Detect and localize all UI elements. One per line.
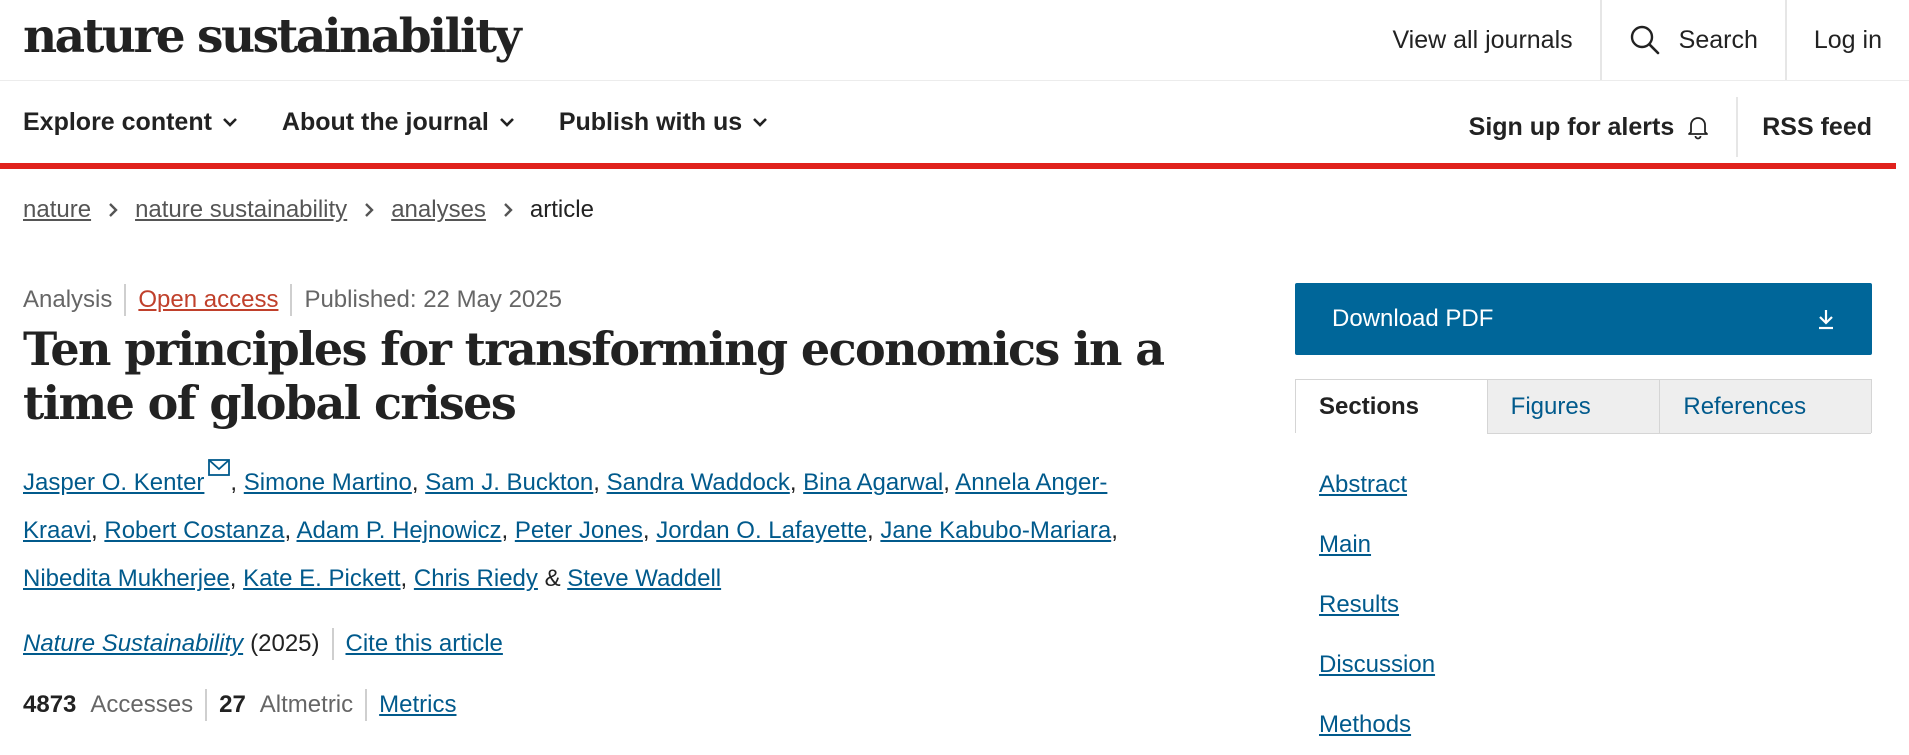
search-label: Search <box>1678 25 1758 54</box>
breadcrumb-nature-sustainability[interactable]: nature sustainability <box>135 196 347 224</box>
author-link[interactable]: Sam J. Buckton <box>425 469 593 496</box>
author-link[interactable]: Sandra Waddock <box>607 469 790 496</box>
view-all-journals-link[interactable]: View all journals <box>1365 0 1599 80</box>
tab-sections[interactable]: Sections <box>1296 380 1487 434</box>
nav-publish-with-us-label: Publish with us <box>558 107 743 136</box>
section-link-methods[interactable]: Methods <box>1319 695 1435 755</box>
author-link[interactable]: Jordan O. Lafayette <box>656 517 867 544</box>
open-access-link[interactable]: Open access <box>138 286 278 314</box>
download-pdf-button[interactable]: Download PDF <box>1295 283 1872 355</box>
chevron-down-icon <box>753 118 768 127</box>
author-link[interactable]: Steve Waddell <box>567 565 721 592</box>
tab-references[interactable]: References <box>1659 380 1871 434</box>
author-link[interactable]: Kate E. Pickett <box>243 565 400 592</box>
mail-icon[interactable] <box>208 459 231 476</box>
author-link[interactable]: Simone Martino <box>244 469 412 496</box>
main-nav: Explore content About the journal Publis… <box>0 81 1896 169</box>
accesses-label: Accesses <box>90 691 194 718</box>
accesses-count: 4873 <box>23 691 77 718</box>
breadcrumb-nature[interactable]: nature <box>23 196 91 224</box>
breadcrumb: nature nature sustainability analyses ar… <box>23 196 594 224</box>
published-date: Published: 22 May 2025 <box>304 286 562 313</box>
top-bar: nature sustainability View all journals … <box>0 0 1909 81</box>
author-link[interactable]: Jane Kabubo-Mariara <box>880 517 1111 544</box>
altmetric-count: 27 <box>219 691 246 718</box>
bell-icon <box>1688 117 1709 140</box>
login-label: Log in <box>1813 25 1882 54</box>
altmetric-label: Altmetric <box>259 691 354 718</box>
breadcrumb-analyses[interactable]: analyses <box>391 196 486 224</box>
chevron-right-icon <box>504 203 513 217</box>
author-link[interactable]: Chris Riedy <box>414 565 538 592</box>
search-button[interactable]: Search <box>1599 0 1785 80</box>
top-links: View all journals Search Log in <box>1365 0 1909 80</box>
citation-line: Nature Sustainability (2025) Cite this a… <box>23 628 503 660</box>
divider <box>331 628 334 660</box>
author-link[interactable]: Peter Jones <box>515 517 643 544</box>
chevron-down-icon <box>499 118 514 127</box>
author-link[interactable]: Adam P. Hejnowicz <box>296 517 501 544</box>
nav-publish-with-us[interactable]: Publish with us <box>559 108 768 137</box>
publication-year: (2025) <box>250 630 320 657</box>
nav-about-journal-label: About the journal <box>281 107 489 136</box>
nav-explore-content-label: Explore content <box>23 107 212 136</box>
chevron-down-icon <box>223 118 237 127</box>
article-meta: Analysis Open access Published: 22 May 2… <box>23 284 562 316</box>
chevron-right-icon <box>365 203 374 217</box>
rss-feed-label: RSS feed <box>1762 112 1872 141</box>
section-link-main[interactable]: Main <box>1319 515 1435 575</box>
sidebar-tabs: Sections Figures References <box>1295 379 1872 434</box>
rss-feed-link[interactable]: RSS feed <box>1736 97 1896 157</box>
article-metrics: 4873 Accesses 27 Altmetric Metrics <box>23 689 456 721</box>
divider <box>205 689 208 721</box>
download-icon <box>1819 310 1833 330</box>
author-link[interactable]: Robert Costanza <box>104 517 284 544</box>
journal-link[interactable]: Nature Sustainability <box>23 630 243 658</box>
metrics-link[interactable]: Metrics <box>379 691 456 719</box>
section-link-results[interactable]: Results <box>1319 575 1435 635</box>
divider <box>365 689 368 721</box>
search-icon <box>1630 25 1659 55</box>
cite-article-link[interactable]: Cite this article <box>346 630 503 658</box>
nav-explore-content[interactable]: Explore content <box>23 108 238 137</box>
section-link-abstract[interactable]: Abstract <box>1319 455 1435 515</box>
sign-up-alerts-link[interactable]: Sign up for alerts <box>1445 97 1737 157</box>
author-link[interactable]: Jasper O. Kenter <box>23 469 204 496</box>
nav-about-journal[interactable]: About the journal <box>282 108 515 137</box>
chevron-right-icon <box>109 203 118 217</box>
author-link[interactable]: Nibedita Mukherjee <box>23 565 230 592</box>
section-list: Abstract Main Results Discussion Methods <box>1319 455 1435 755</box>
tab-figures[interactable]: Figures <box>1486 380 1660 434</box>
download-pdf-label: Download PDF <box>1332 305 1494 332</box>
article-title: Ten principles for transforming economic… <box>23 322 1165 430</box>
view-all-journals-label: View all journals <box>1392 25 1573 54</box>
article-type: Analysis <box>23 286 113 313</box>
login-link[interactable]: Log in <box>1784 0 1909 80</box>
journal-logo[interactable]: nature sustainability <box>23 6 522 68</box>
author-link[interactable]: Bina Agarwal <box>803 469 943 496</box>
divider <box>124 284 127 316</box>
breadcrumb-current: article <box>529 196 594 223</box>
divider <box>290 284 293 316</box>
sign-up-alerts-label: Sign up for alerts <box>1468 112 1675 141</box>
author-list: Jasper O. Kenter, Simone Martino, Sam J.… <box>23 459 1123 603</box>
section-link-discussion[interactable]: Discussion <box>1319 635 1435 695</box>
